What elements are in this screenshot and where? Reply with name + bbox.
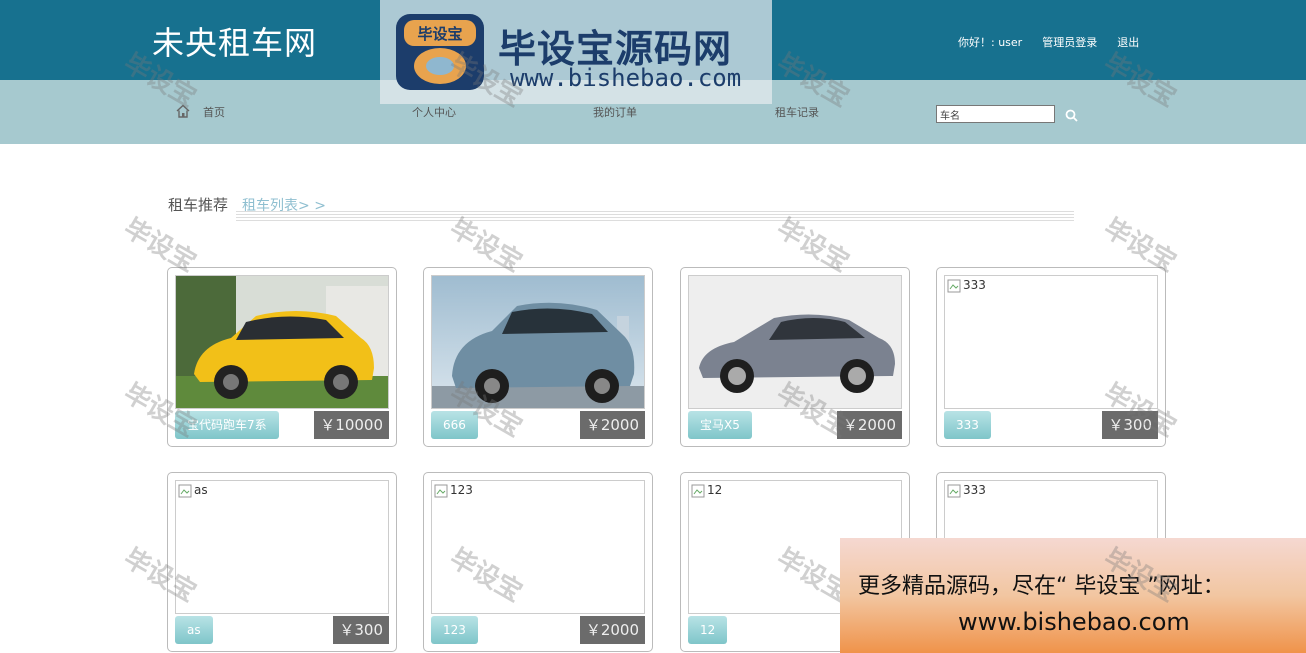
logo-badge-icon: 毕设宝 — [396, 14, 484, 90]
promo-text: 更多精品源码，尽在“ 毕设宝 ”网址： — [858, 574, 1225, 599]
car-card[interactable]: 123 123 ￥2000 — [423, 472, 653, 652]
car-name[interactable]: as — [175, 616, 213, 644]
car-price: ￥2000 — [579, 616, 645, 644]
logout-link[interactable]: 退出 — [1117, 34, 1139, 50]
car-card[interactable]: 333 333 ￥300 — [936, 267, 1166, 447]
car-price: ￥10000 — [314, 411, 389, 439]
broken-image-icon — [691, 484, 705, 498]
nav-profile[interactable]: 个人中心 — [412, 104, 456, 120]
blue-suv-photo — [432, 276, 644, 408]
broken-image-icon — [947, 279, 961, 293]
car-name[interactable]: 333 — [944, 411, 991, 439]
car-card[interactable]: as as ￥300 — [167, 472, 397, 652]
car-image[interactable]: as — [175, 480, 389, 614]
image-alt-text: 123 — [450, 483, 473, 497]
nav-orders[interactable]: 我的订单 — [593, 104, 637, 120]
top-links: 你好！: user 管理员登录 退出 — [958, 34, 1139, 50]
image-alt-text: 333 — [963, 278, 986, 292]
user-greeting[interactable]: 你好！: user — [958, 34, 1022, 50]
section-title: 租车推荐 — [168, 196, 229, 214]
image-alt-text: as — [194, 483, 208, 497]
broken-image-icon — [947, 484, 961, 498]
car-image[interactable] — [175, 275, 389, 409]
promo-banner: 更多精品源码，尽在“ 毕设宝 ”网址： www.bishebao.com — [840, 538, 1306, 653]
section-divider — [236, 211, 1074, 221]
car-price: ￥300 — [1102, 411, 1158, 439]
car-price: ￥300 — [333, 616, 389, 644]
watermark-logo: 毕设宝 毕设宝源码网 www.bishebao.com — [380, 0, 772, 104]
broken-image-icon — [178, 484, 192, 498]
car-name[interactable]: 宝马X5 — [688, 411, 752, 439]
page: 未央租车网 你好！: user 管理员登录 退出 首页 个人中心 我的订单 租车… — [0, 0, 1306, 653]
admin-login-link[interactable]: 管理员登录 — [1042, 34, 1097, 50]
car-image[interactable] — [688, 275, 902, 409]
home-icon[interactable] — [176, 104, 190, 118]
car-image[interactable] — [431, 275, 645, 409]
car-card[interactable]: 666 ￥2000 — [423, 267, 653, 447]
car-card[interactable]: 宝马X5 ￥2000 — [680, 267, 910, 447]
site-title: 未央租车网 — [152, 24, 318, 62]
car-name[interactable]: 123 — [431, 616, 478, 644]
grey-sedan-photo — [689, 276, 901, 408]
nav-records[interactable]: 租车记录 — [775, 104, 819, 120]
car-name[interactable]: 12 — [688, 616, 728, 644]
car-price: ￥2000 — [579, 411, 645, 439]
search-icon[interactable] — [1065, 109, 1078, 122]
car-price: ￥2000 — [836, 411, 902, 439]
car-name[interactable]: 宝代码跑车7系 — [175, 411, 279, 439]
nav-home[interactable]: 首页 — [203, 104, 225, 120]
broken-image-icon — [434, 484, 448, 498]
logo-url: www.bishebao.com — [510, 64, 742, 92]
car-image[interactable]: 123 — [431, 480, 645, 614]
car-name[interactable]: 666 — [431, 411, 478, 439]
promo-url: www.bishebao.com — [958, 608, 1190, 636]
yellow-suv-photo — [176, 276, 388, 408]
car-image[interactable]: 333 — [944, 275, 1158, 409]
image-alt-text: 333 — [963, 483, 986, 497]
search-input[interactable] — [936, 105, 1055, 123]
image-alt-text: 12 — [707, 483, 723, 497]
logo-badge-text: 毕设宝 — [417, 25, 462, 43]
car-card[interactable]: 宝代码跑车7系 ￥10000 — [167, 267, 397, 447]
